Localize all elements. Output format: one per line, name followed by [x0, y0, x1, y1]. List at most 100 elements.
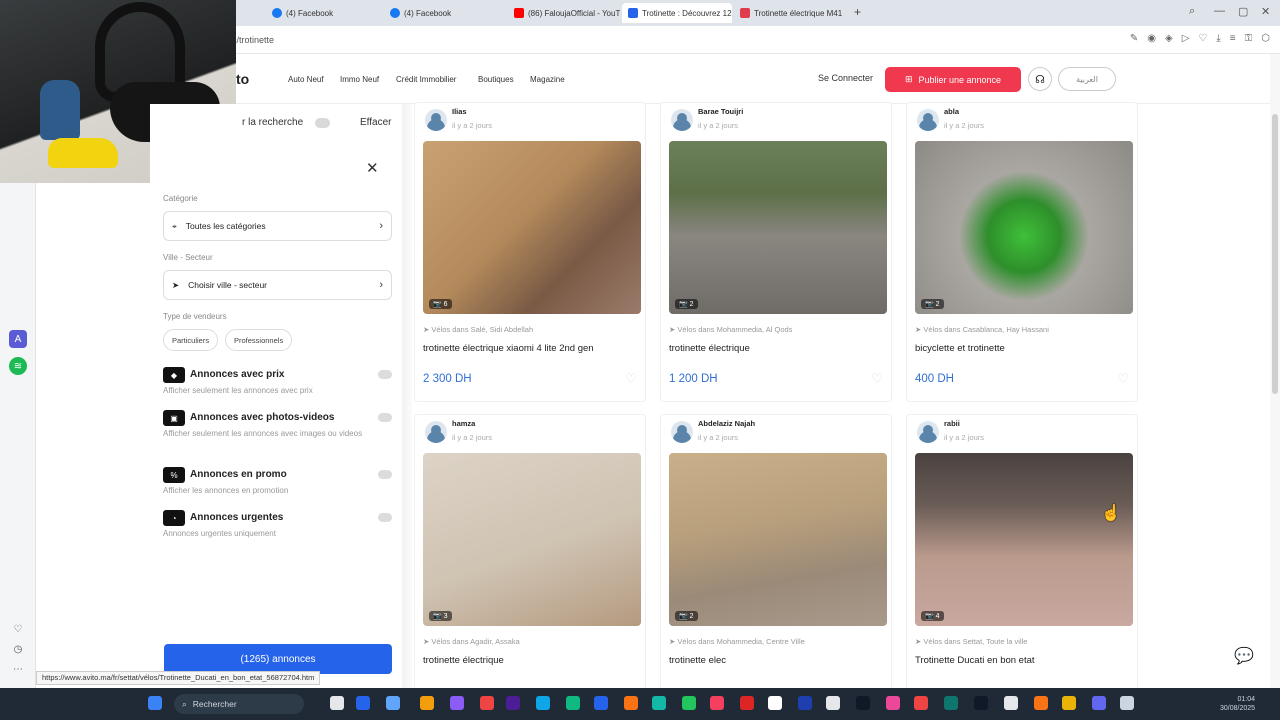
save-search-toggle[interactable] [315, 118, 330, 128]
tiktok-icon[interactable] [856, 696, 870, 710]
play-icon[interactable]: ▷ [1182, 33, 1190, 44]
heart-icon[interactable]: ♡ [1198, 33, 1207, 44]
nav-boutiques[interactable]: Boutiques [478, 75, 514, 84]
shield-icon[interactable]: ◈ [1165, 33, 1173, 44]
nav-magazine[interactable]: Magazine [530, 75, 565, 84]
site-logo[interactable]: to [236, 71, 249, 87]
search-tabs-icon[interactable]: ⌕ [1189, 5, 1195, 18]
seller-type-individuals[interactable]: Particuliers [163, 329, 219, 351]
firefox-icon[interactable] [624, 696, 638, 710]
tab-youtube[interactable]: (86) FaloujaOfficial - YouT [508, 3, 620, 23]
listing-title[interactable]: trotinette électrique xiaomi 4 lite 2nd … [423, 343, 594, 354]
page-scrollbar[interactable] [1270, 54, 1280, 688]
file-explorer-icon[interactable] [420, 696, 434, 710]
edge-icon[interactable] [652, 696, 666, 710]
tab-avito-active[interactable]: Trotinette : Découvrez 126 [622, 3, 732, 23]
listing-photo[interactable]: 📷 3 [423, 453, 641, 626]
task-view-icon[interactable] [330, 696, 344, 710]
opera-icon[interactable] [740, 696, 754, 710]
app-icon[interactable] [1004, 696, 1018, 710]
city-select[interactable]: ➤ Choisir ville - secteur › [163, 270, 392, 300]
support-headset-icon[interactable]: ☊ [1028, 67, 1052, 91]
seller-type-professionals[interactable]: Professionnels [225, 329, 293, 351]
seller-name[interactable]: Barae Touijri [698, 107, 743, 116]
app-icon[interactable] [480, 696, 494, 710]
brave-icon[interactable] [710, 696, 724, 710]
listing-photo[interactable]: 📷 4 [915, 453, 1133, 626]
app-icon[interactable] [566, 696, 580, 710]
url-text[interactable]: c/trotinette [232, 35, 274, 45]
vivaldi-icon[interactable] [914, 696, 928, 710]
listing-photo[interactable]: 📷 2 [669, 453, 887, 626]
listing-card[interactable]: hamza il y a 2 jours 📷 3 ➤ Vélos dans Ag… [414, 414, 646, 714]
listing-card[interactable]: abla il y a 2 jours 📷 2 ➤ Vélos dans Cas… [906, 102, 1138, 402]
app-icon[interactable] [1034, 696, 1048, 710]
premiere-icon[interactable] [506, 696, 520, 710]
listing-card[interactable]: Ilias il y a 2 jours 📷 6 ➤ Vélos dans Sa… [414, 102, 646, 402]
discord-icon[interactable] [1092, 696, 1106, 710]
app-icon[interactable] [1062, 696, 1076, 710]
maximize-icon[interactable]: ▢ [1238, 5, 1248, 18]
listing-card[interactable]: Abdelaziz Najah il y a 2 jours 📷 2 ➤ Vél… [660, 414, 892, 714]
app-icon[interactable] [1120, 696, 1134, 710]
app-icon[interactable] [450, 696, 464, 710]
category-select[interactable]: ⌖ Toutes les catégories › [163, 211, 392, 241]
seller-name[interactable]: abla [944, 107, 959, 116]
extension-icon[interactable]: ⬡ [1261, 33, 1270, 44]
nav-auto-neuf[interactable]: Auto Neuf [288, 75, 324, 84]
urgent-toggle[interactable] [378, 513, 392, 522]
chat-bubble-icon[interactable]: 💬 [1232, 644, 1256, 668]
taskbar-search[interactable]: ⌕ Rechercher [174, 694, 304, 714]
app-store-icon[interactable]: A [9, 330, 27, 348]
with-price-toggle[interactable] [378, 370, 392, 379]
seller-name[interactable]: rabii [944, 419, 960, 428]
seller-name[interactable]: hamza [452, 419, 475, 428]
edit-icon[interactable]: ✎ [1130, 33, 1138, 44]
nav-credit-immobilier[interactable]: Crédit Immobilier [396, 75, 456, 84]
app-icon[interactable] [594, 696, 608, 710]
publish-ad-button[interactable]: ⊞ Publier une annonce [885, 67, 1021, 92]
widgets-icon[interactable] [356, 696, 370, 710]
listing-card[interactable]: rabii il y a 2 jours 📷 4 ➤ Vélos dans Se… [906, 414, 1138, 714]
new-tab-button[interactable]: + [854, 5, 861, 19]
camera-icon[interactable]: ◉ [1147, 33, 1156, 44]
chrome-icon[interactable] [682, 696, 696, 710]
listing-card[interactable]: Barae Touijri il y a 2 jours 📷 2 ➤ Vélos… [660, 102, 892, 402]
tab-facebook-2[interactable]: (4) Facebook [384, 3, 498, 23]
with-photos-toggle[interactable] [378, 413, 392, 422]
listing-title[interactable]: Trotinette Ducati en bon etat [915, 655, 1035, 666]
app-icon[interactable] [536, 696, 550, 710]
listing-title[interactable]: trotinette elec [669, 655, 726, 666]
seller-name[interactable]: Ilias [452, 107, 467, 116]
heart-icon[interactable]: ♡ [9, 620, 27, 638]
windows-start-icon[interactable] [148, 696, 162, 710]
steam-icon[interactable] [798, 696, 812, 710]
show-results-button[interactable]: (1265) annonces [164, 644, 392, 674]
app-icon[interactable] [768, 696, 782, 710]
tab-avito-2[interactable]: Trotinette électrique M41 [734, 3, 846, 23]
spotify-icon[interactable]: ≋ [9, 357, 27, 375]
listing-photo[interactable]: 📷 6 [423, 141, 641, 314]
app-icon[interactable] [386, 696, 400, 710]
listing-title[interactable]: trotinette électrique [423, 655, 504, 666]
listing-photo[interactable]: 📷 2 [669, 141, 887, 314]
promo-toggle[interactable] [378, 470, 392, 479]
favorite-heart-icon[interactable]: ♡ [625, 371, 637, 387]
close-window-icon[interactable]: ✕ [1261, 5, 1270, 18]
nav-immo-neuf[interactable]: Immo Neuf [340, 75, 379, 84]
favorite-heart-icon[interactable]: ♡ [1117, 371, 1129, 387]
listing-title[interactable]: trotinette électrique [669, 343, 750, 354]
more-icon[interactable]: ⋯ [9, 660, 27, 678]
language-switch[interactable]: العربية [1058, 67, 1116, 91]
clear-filters-link[interactable]: Effacer [360, 117, 392, 128]
listing-title[interactable]: bicyclette et trotinette [915, 343, 1005, 354]
scrollbar-thumb[interactable] [1272, 114, 1278, 394]
tab-facebook-1[interactable]: (4) Facebook [266, 3, 380, 23]
seller-name[interactable]: Abdelaziz Najah [698, 419, 755, 428]
download-icon[interactable]: ⤓ [1216, 33, 1220, 44]
app-icon[interactable] [826, 696, 840, 710]
login-link[interactable]: Se Connecter [818, 73, 873, 83]
system-clock[interactable]: 01:04 30/08/2025 [1220, 695, 1255, 713]
listing-photo[interactable]: 📷 2 [915, 141, 1133, 314]
minimize-icon[interactable]: — [1214, 5, 1225, 17]
